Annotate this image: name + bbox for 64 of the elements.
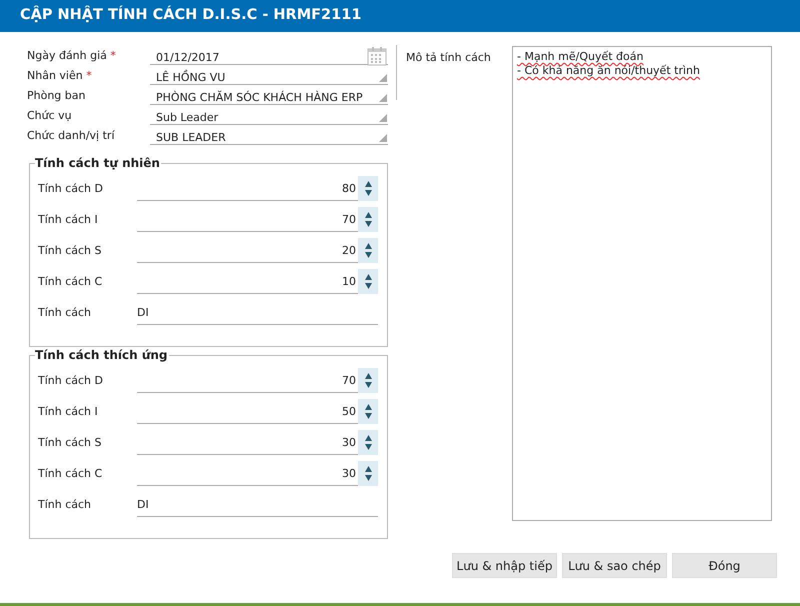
field-label: Chức vụ [27,109,72,122]
down-arrow-icon[interactable] [364,475,372,481]
up-arrow-icon[interactable] [364,274,372,280]
dropdown-field[interactable]: PHÒNG CHĂM SÓC KHÁCH HÀNG ERP [150,85,388,105]
spinner-buttons[interactable] [358,368,378,393]
dropdown-field[interactable]: LÊ HỒNG VU [150,65,388,85]
field-label: Chức danh/vị trí [27,129,114,142]
up-arrow-icon[interactable] [364,181,372,187]
field-label: Tính cách S [38,435,103,451]
spinner-buttons[interactable] [358,238,378,263]
spinner-buttons[interactable] [358,399,378,424]
field-label: Mô tả tính cách [406,50,492,66]
field-label: Ngày đánh giá [27,49,107,62]
field-label: Phòng ban [27,89,86,102]
spinner-buttons[interactable] [358,207,378,232]
number-field[interactable]: 70 [137,368,358,393]
number-field[interactable]: 50 [137,399,358,424]
number-field[interactable]: 10 [137,269,358,294]
number-field[interactable]: 80 [137,176,358,201]
action-button[interactable]: Đóng [672,553,777,578]
down-arrow-icon[interactable] [364,252,372,258]
field-label: Tính cách I [38,212,99,228]
field-label: Tính cách I [38,404,99,420]
field-label: Tính cách [38,497,92,513]
description-textarea[interactable]: - Mạnh mẽ/Quyết đoán - Có khả năng ăn nói/thuyết trình [512,46,772,521]
spinner-buttons[interactable] [358,430,378,455]
number-field[interactable]: 70 [137,207,358,232]
number-field[interactable]: 20 [137,238,358,263]
up-arrow-icon[interactable] [364,243,372,249]
action-button[interactable]: Lưu & nhập tiếp [452,553,557,578]
down-arrow-icon[interactable] [364,444,372,450]
up-arrow-icon[interactable] [364,435,372,441]
date-field[interactable]: 01/12/2017 [150,45,388,65]
field-label: Tính cách C [38,466,104,482]
number-field[interactable]: 30 [137,461,358,486]
field-label: Tính cách D [38,181,104,197]
required-mark: * [110,49,116,62]
spinner-buttons[interactable] [358,269,378,294]
dropdown-field[interactable]: Sub Leader [150,105,388,125]
dropdown-field[interactable]: SUB LEADER [150,125,388,145]
down-arrow-icon[interactable] [364,283,372,289]
up-arrow-icon[interactable] [364,404,372,410]
down-arrow-icon[interactable] [364,413,372,419]
field-label: Tính cách C [38,274,104,290]
group-title: Tính cách tự nhiên [35,156,161,170]
down-arrow-icon[interactable] [364,382,372,388]
text-field[interactable]: DI [137,492,378,517]
spinner-buttons[interactable] [358,176,378,201]
up-arrow-icon[interactable] [364,373,372,379]
down-arrow-icon[interactable] [364,221,372,227]
up-arrow-icon[interactable] [364,212,372,218]
down-arrow-icon[interactable] [364,190,372,196]
spinner-buttons[interactable] [358,461,378,486]
field-label: Tính cách S [38,243,103,259]
action-button[interactable]: Lưu & sao chép [562,553,667,578]
field-label: Tính cách [38,305,92,321]
field-label: Nhân viên [27,69,83,82]
up-arrow-icon[interactable] [364,466,372,472]
required-mark: * [86,69,92,82]
number-field[interactable]: 30 [137,430,358,455]
window-title: CẬP NHẬT TÍNH CÁCH D.I.S.C - HRMF2111 [19,4,362,23]
text-field[interactable]: DI [137,300,378,325]
field-label: Tính cách D [38,373,104,389]
group-title: Tính cách thích ứng [35,348,169,362]
